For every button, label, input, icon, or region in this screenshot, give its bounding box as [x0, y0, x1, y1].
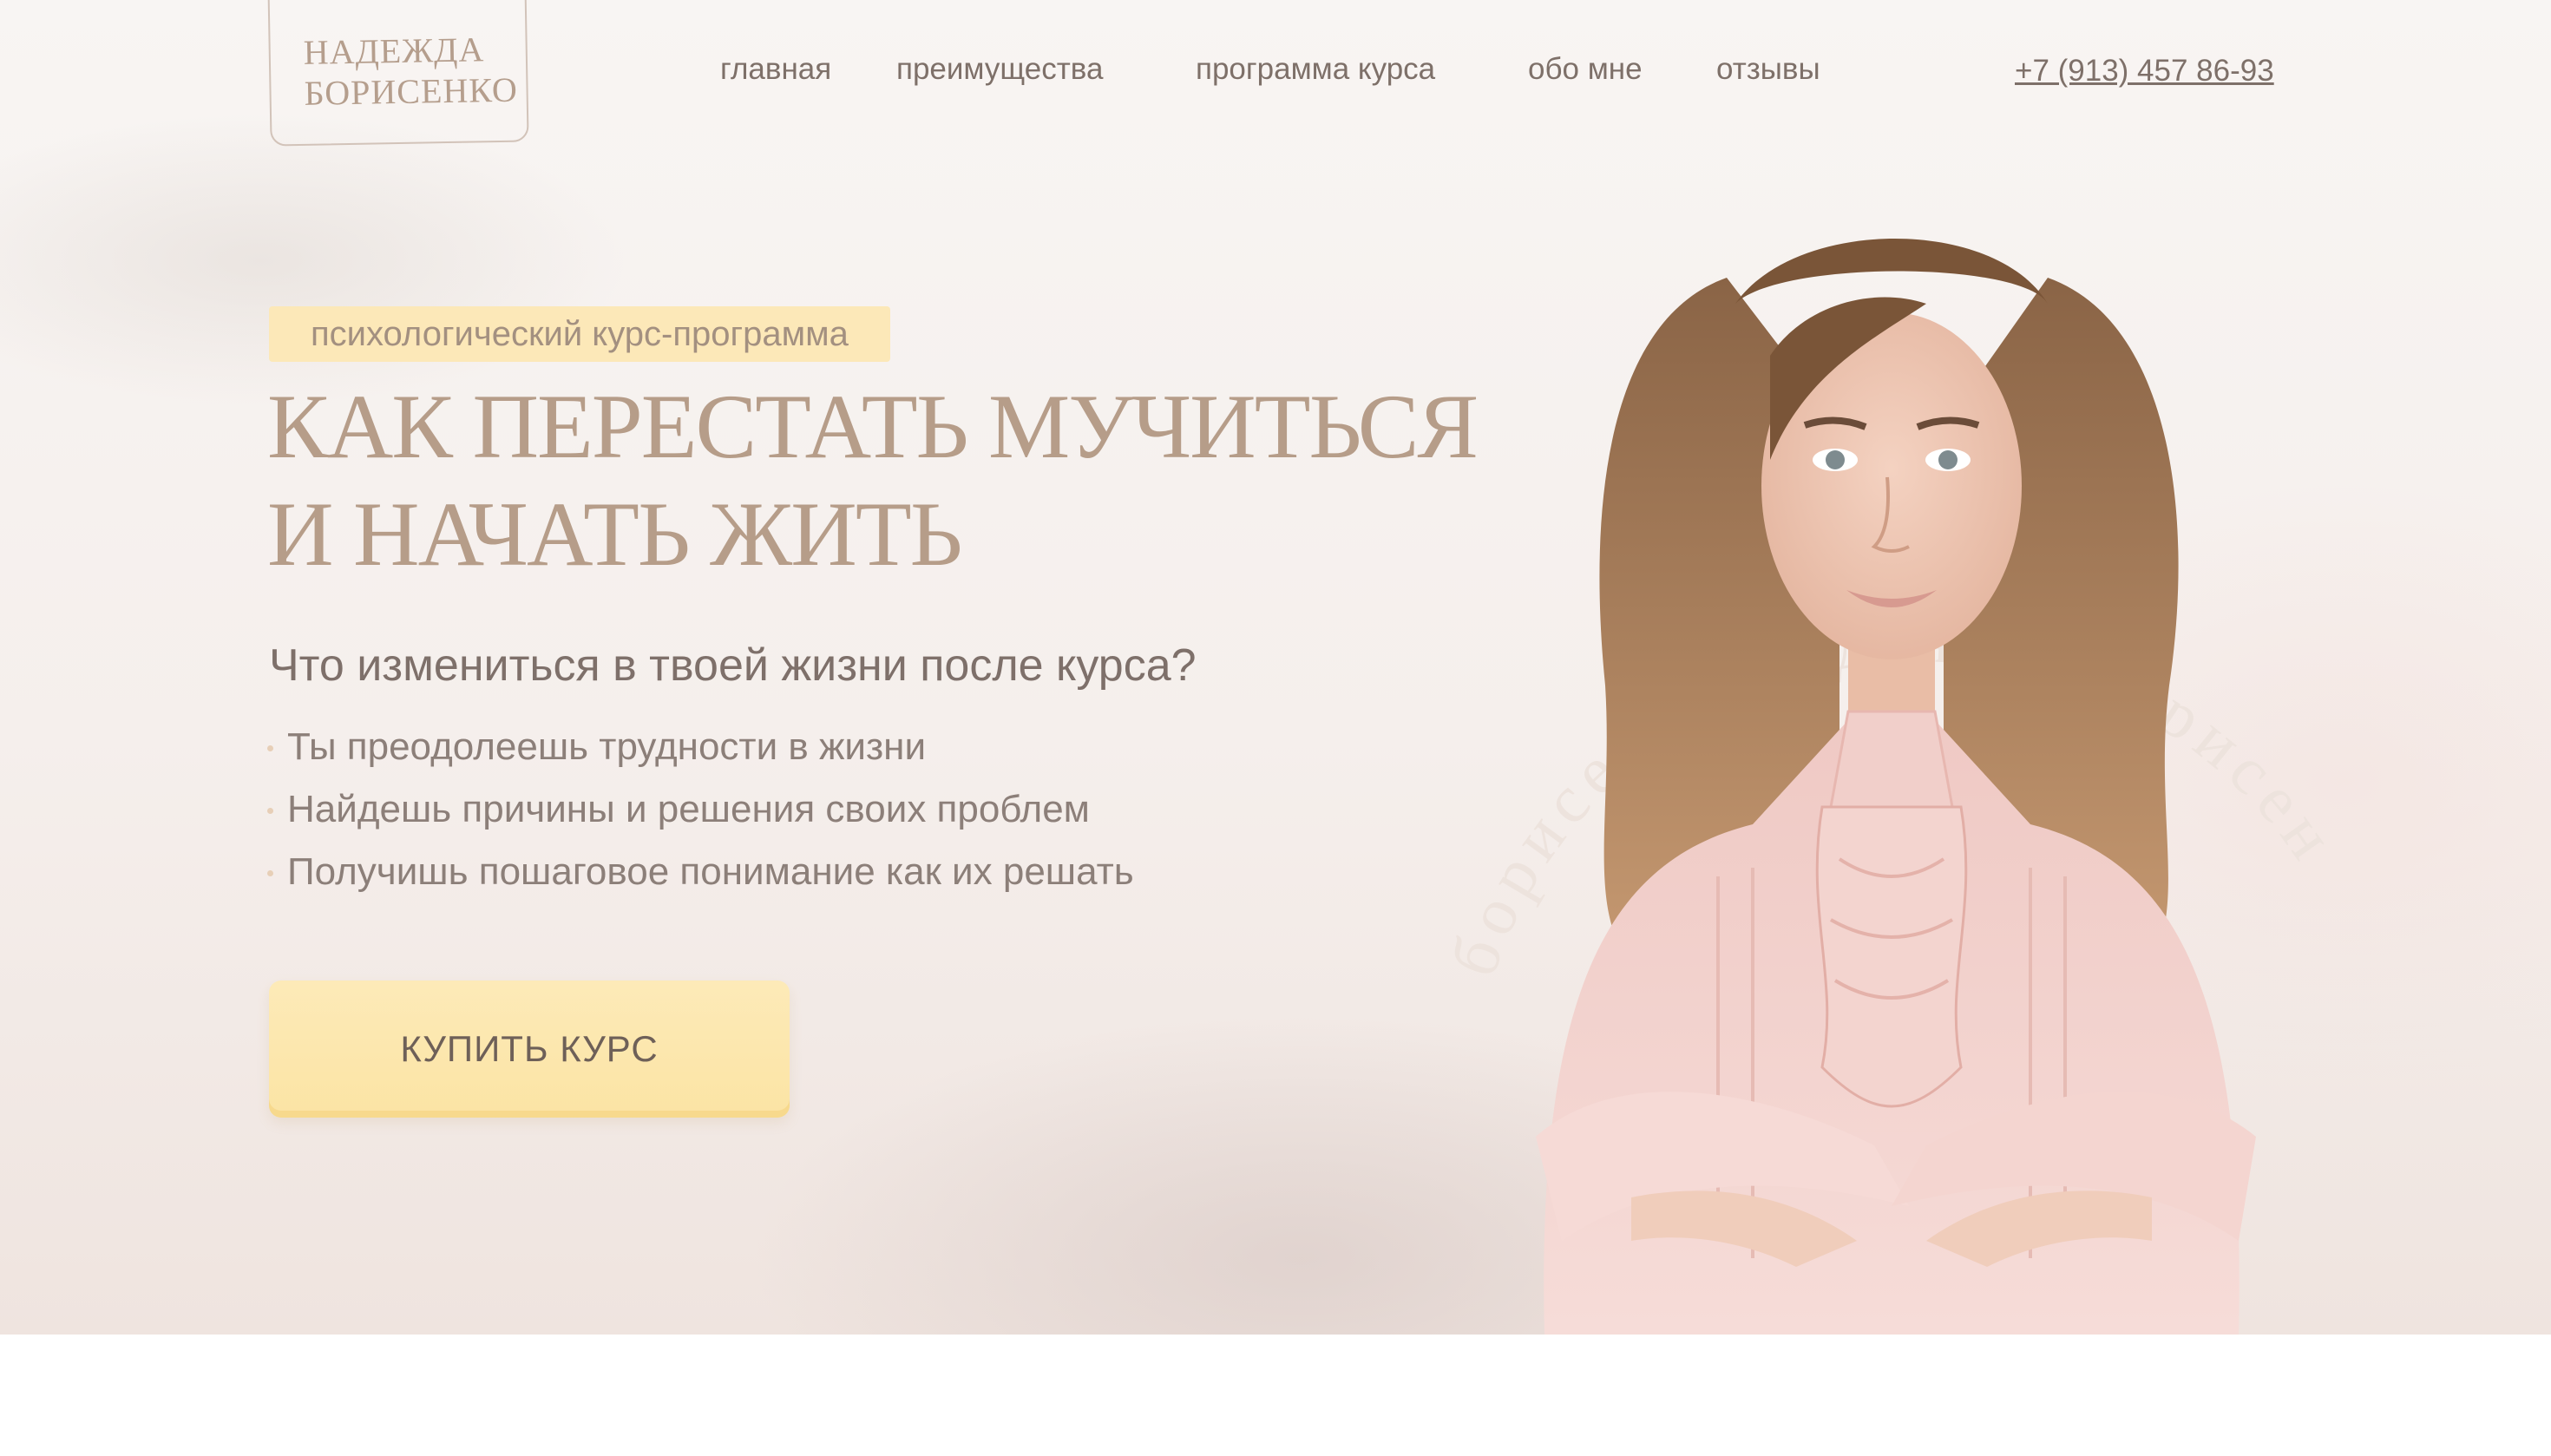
hero-title-line-2: И НАЧАТЬ ЖИТЬ — [267, 483, 962, 585]
buy-course-button[interactable]: КУПИТЬ КУРС — [269, 981, 790, 1118]
portrait-illustration: борисенко надежда борисенко надежда бори… — [1388, 200, 2345, 1335]
nav-item-about[interactable]: обо мне — [1528, 52, 1643, 87]
hero-title: КАК ПЕРЕСТАТЬ МУЧИТЬСЯ И НАЧАТЬ ЖИТЬ — [267, 373, 1479, 588]
benefit-item: Найдешь причины и решения своих проблем — [265, 785, 1134, 848]
bullet-dot-icon — [267, 808, 273, 814]
nav-item-advantages[interactable]: преимущества — [896, 52, 1103, 87]
benefit-item: Получишь пошаговое понимание как их реша… — [265, 848, 1134, 910]
hero-section: НАДЕЖДА БОРИСЕНКО главная преимущества п… — [0, 0, 2551, 1335]
benefit-text: Найдешь причины и решения своих проблем — [287, 788, 1090, 830]
benefit-text: Получишь пошаговое понимание как их реша… — [287, 850, 1134, 893]
hero-title-line-1: КАК ПЕРЕСТАТЬ МУЧИТЬСЯ — [267, 376, 1479, 477]
logo-line-2: БОРИСЕНКО — [304, 69, 519, 113]
bullet-dot-icon — [267, 745, 273, 751]
logo-line-1: НАДЕЖДА — [303, 30, 485, 72]
nav-item-reviews[interactable]: отзывы — [1716, 52, 1820, 87]
nav-item-program[interactable]: программа курса — [1196, 52, 1435, 87]
course-badge: психологический курс-программа — [269, 306, 890, 362]
nav-item-home[interactable]: главная — [720, 52, 831, 87]
hero-question: Что измениться в твоей жизни после курса… — [269, 640, 1197, 691]
benefits-list: Ты преодолеешь трудности в жизни Найдешь… — [265, 723, 1134, 910]
bullet-dot-icon — [267, 870, 273, 876]
benefit-item: Ты преодолеешь трудности в жизни — [265, 723, 1134, 785]
benefit-text: Ты преодолеешь трудности в жизни — [287, 725, 927, 768]
phone-link[interactable]: +7 (913) 457 86-93 — [2015, 54, 2274, 89]
logo[interactable]: НАДЕЖДА БОРИСЕНКО — [267, 0, 529, 147]
author-portrait: борисенко надежда борисенко надежда бори… — [1388, 200, 2386, 1335]
